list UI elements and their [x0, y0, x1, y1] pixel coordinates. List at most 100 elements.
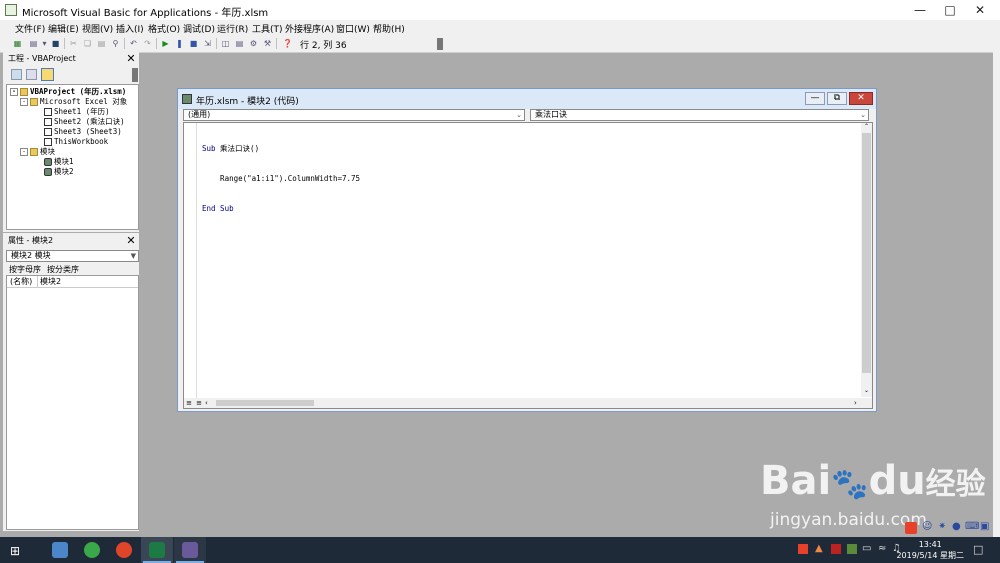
scroll-left-icon[interactable]: ‹	[205, 399, 211, 407]
scroll-thumb[interactable]	[216, 400, 314, 406]
scroll-thumb[interactable]	[862, 133, 871, 373]
collapse-icon[interactable]: -	[20, 98, 28, 106]
tab-alphabetic[interactable]: 按字母序	[9, 264, 41, 275]
procedure-combo[interactable]: 乘法口诀 ⌄	[530, 109, 869, 121]
restore-icon[interactable]: ⧉	[827, 92, 847, 105]
browser-icon[interactable]	[84, 542, 100, 558]
collapse-icon[interactable]: -	[10, 88, 18, 96]
scroll-right-icon[interactable]: ›	[854, 399, 860, 407]
tree-node-sheet2[interactable]: Sheet2 (乘法口诀)	[44, 117, 125, 127]
view-code-icon[interactable]	[11, 69, 22, 80]
app-icon[interactable]	[52, 542, 68, 558]
object-select[interactable]: 模块2 模块 ▼	[6, 250, 139, 262]
vba-taskbar-item[interactable]	[174, 537, 206, 563]
menu-edit[interactable]: 编辑(E)	[48, 22, 79, 35]
design-mode-icon[interactable]: ⇲	[202, 38, 213, 49]
tree-label: 模块	[40, 147, 55, 156]
dropdown-arrow-icon[interactable]: ▾	[39, 38, 50, 49]
menu-tools[interactable]: 工具(T)	[252, 22, 283, 35]
toolbox-icon[interactable]: ⚒	[262, 38, 273, 49]
code-text[interactable]: Sub 乘法口诀() Range("a1:i1").ColumnWidth=7.…	[202, 124, 360, 234]
pane-grip[interactable]	[132, 68, 138, 82]
redo-icon[interactable]: ↷	[142, 38, 153, 49]
minimize-icon[interactable]: —	[805, 92, 825, 105]
cut-icon[interactable]: ✂	[68, 38, 79, 49]
ime-emoji-icon[interactable]: ⁕	[938, 521, 946, 532]
menu-window[interactable]: 窗口(W)	[336, 22, 370, 35]
tray-antivirus-icon[interactable]	[831, 544, 841, 554]
undo-icon[interactable]: ↶	[128, 38, 139, 49]
view-object-icon[interactable]	[26, 69, 37, 80]
ime-logo-icon[interactable]	[905, 522, 917, 534]
object-browser-icon[interactable]: ⚙	[248, 38, 259, 49]
wifi-icon[interactable]: ≈	[878, 543, 886, 554]
toggle-folders-icon[interactable]	[41, 68, 54, 81]
excel-taskbar-item[interactable]	[141, 537, 173, 563]
code-line[interactable]: End Sub	[202, 204, 360, 214]
close-icon[interactable]: ✕	[960, 0, 1000, 20]
battery-icon[interactable]: ▭	[862, 543, 871, 554]
windows-start-icon[interactable]: ⊞	[10, 544, 20, 558]
tree-node-excel-objects[interactable]: - Microsoft Excel 对象	[20, 97, 127, 107]
copy-icon[interactable]: ❏	[82, 38, 93, 49]
tray-ime-icon[interactable]	[798, 544, 808, 554]
microphone-icon[interactable]: ●	[952, 521, 961, 532]
code-line[interactable]: Range("a1:i1").ColumnWidth=7.75	[202, 174, 360, 184]
tree-node-sheet3[interactable]: Sheet3 (Sheet3)	[44, 127, 122, 137]
scroll-up-icon[interactable]: ⌃	[861, 123, 872, 131]
menu-help[interactable]: 帮助(H)	[373, 22, 405, 35]
tab-categorized[interactable]: 按分类序	[47, 264, 79, 275]
code-editor[interactable]: Sub 乘法口诀() Range("a1:i1").ColumnWidth=7.…	[183, 122, 873, 409]
menu-format[interactable]: 格式(O)	[148, 22, 180, 35]
tree-node-module1[interactable]: 模块1	[44, 157, 74, 167]
run-icon[interactable]: ▶	[160, 38, 171, 49]
collapse-icon[interactable]: -	[20, 148, 28, 156]
paste-icon[interactable]: ▤	[96, 38, 107, 49]
close-icon[interactable]: ✕	[849, 92, 873, 105]
close-icon[interactable]: ✕	[125, 53, 137, 65]
excel-view-icon[interactable]: ▦	[12, 38, 23, 49]
tray-nvidia-icon[interactable]	[847, 544, 857, 554]
property-row[interactable]: (名称) 模块2	[7, 276, 138, 288]
insert-userform-icon[interactable]: ▤	[28, 38, 39, 49]
notification-icon[interactable]: □	[973, 543, 983, 556]
menu-debug[interactable]: 调试(D)	[183, 22, 215, 35]
mdi-scrollbar[interactable]	[993, 52, 1000, 537]
margin-indicator-bar[interactable]	[184, 123, 197, 398]
tree-label: 模块1	[54, 157, 74, 166]
procedure-view-icon[interactable]: ≡	[185, 399, 193, 407]
tree-node-project[interactable]: - VBAProject (年历.xlsm)	[10, 87, 126, 97]
tree-node-module2[interactable]: 模块2	[44, 167, 74, 177]
help-icon[interactable]: ❓	[282, 38, 293, 49]
horizontal-scrollbar[interactable]: ≡ ≡ ‹ ›	[184, 398, 872, 408]
find-icon[interactable]: ⚲	[110, 38, 121, 49]
toolbar-grip[interactable]	[437, 38, 443, 50]
tree-node-sheet1[interactable]: Sheet1 (年历)	[44, 107, 110, 117]
properties-window-icon[interactable]: ▤	[234, 38, 245, 49]
menu-addins[interactable]: 外接程序(A)	[285, 22, 334, 35]
tree-node-modules[interactable]: - 模块	[20, 147, 55, 157]
save-icon[interactable]: ■	[50, 38, 61, 49]
menu-insert[interactable]: 插入(I)	[116, 22, 144, 35]
scroll-down-icon[interactable]: ⌄	[861, 387, 872, 395]
close-icon[interactable]: ✕	[125, 235, 137, 247]
ime-punct-icon[interactable]: ☺	[922, 521, 932, 532]
tree-label: ThisWorkbook	[54, 137, 109, 146]
keyboard-icon[interactable]: ⌨	[965, 521, 979, 532]
vertical-scrollbar[interactable]: ⌃ ⌄	[861, 123, 872, 397]
reset-icon[interactable]: ■	[188, 38, 199, 49]
menu-file[interactable]: 文件(F)	[15, 22, 45, 35]
tray-app-icon[interactable]: ▲	[815, 543, 823, 554]
code-line[interactable]: Sub 乘法口诀()	[202, 144, 360, 154]
tree-node-thisworkbook[interactable]: ThisWorkbook	[44, 137, 108, 147]
chrome-icon[interactable]	[116, 542, 132, 558]
menu-view[interactable]: 视图(V)	[82, 22, 113, 35]
project-explorer-icon[interactable]: ◫	[220, 38, 231, 49]
menu-run[interactable]: 运行(R)	[217, 22, 248, 35]
clock[interactable]: 13:41 2019/5/14 星期二	[896, 539, 964, 561]
ime-tool-icon[interactable]: ▣	[980, 521, 989, 532]
object-combo[interactable]: (通用) ⌄	[183, 109, 525, 121]
full-module-view-icon[interactable]: ≡	[195, 399, 203, 407]
excel-icon	[149, 542, 165, 558]
break-icon[interactable]: ❚	[174, 38, 185, 49]
